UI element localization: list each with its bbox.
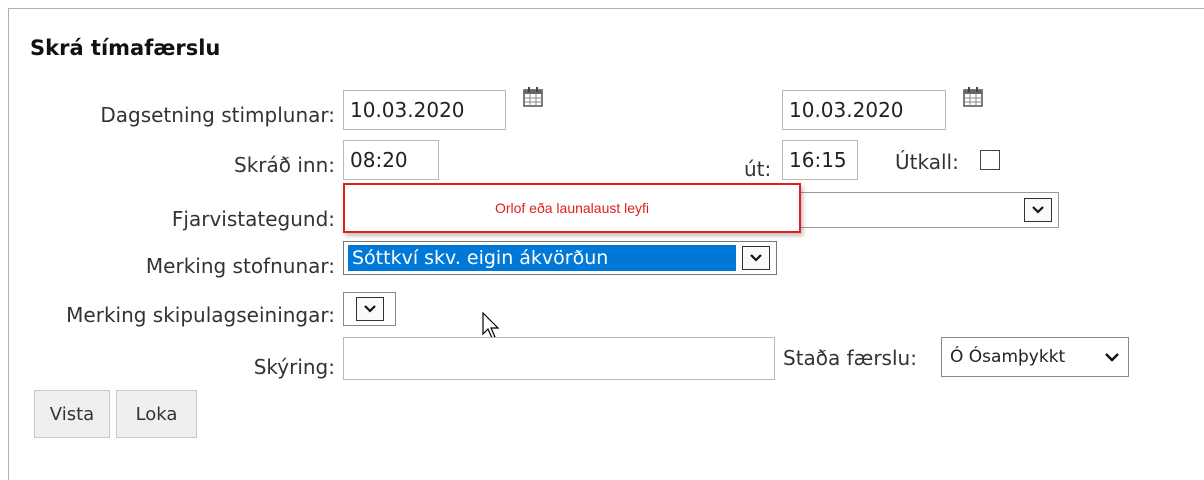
form-title: Skrá tímafærslu	[30, 36, 221, 60]
start-date-input[interactable]	[343, 90, 506, 130]
save-button[interactable]: Vista	[34, 390, 110, 438]
chevron-down-icon[interactable]	[742, 246, 770, 270]
chevron-down-icon[interactable]	[1024, 198, 1052, 222]
explanation-input[interactable]	[343, 337, 775, 380]
clock-in-label: Skráð inn:	[234, 153, 335, 177]
status-label: Staða færslu:	[783, 346, 917, 370]
clock-in-input[interactable]	[343, 140, 439, 180]
callout-label: Útkall:	[895, 150, 959, 174]
explanation-label: Skýring:	[253, 355, 335, 379]
chevron-down-icon[interactable]	[355, 297, 384, 321]
calendar-icon[interactable]	[522, 86, 544, 108]
end-date-input[interactable]	[782, 90, 946, 130]
unit-marking-label: Merking skipulagseiningar:	[66, 303, 335, 327]
date-label: Dagsetning stimplunar:	[100, 103, 335, 127]
chevron-down-icon[interactable]	[1104, 352, 1120, 363]
absence-type-label: Fjarvistategund:	[171, 207, 335, 231]
institution-marking-select[interactable]: Sóttkví skv. eigin ákvörðun	[343, 241, 777, 275]
absence-type-popup[interactable]: Orlof eða launalaust leyfi	[343, 183, 801, 233]
unit-marking-select[interactable]	[343, 292, 396, 326]
status-select[interactable]: Ó Ósamþykkt	[941, 337, 1129, 377]
institution-marking-label: Merking stofnunar:	[145, 254, 335, 278]
calendar-icon[interactable]	[962, 86, 984, 108]
callout-checkbox[interactable]	[980, 150, 1000, 170]
institution-marking-selected: Sóttkví skv. eigin ákvörðun	[348, 245, 736, 271]
close-button[interactable]: Loka	[116, 390, 197, 438]
clock-out-label: út:	[744, 157, 772, 181]
status-selected: Ó Ósamþykkt	[950, 347, 1066, 367]
clock-out-input[interactable]	[782, 140, 858, 180]
